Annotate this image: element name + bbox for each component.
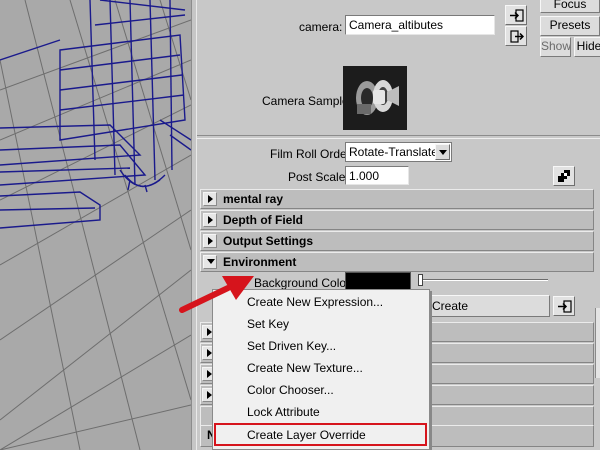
camera-select-button[interactable] <box>505 5 527 25</box>
show-button[interactable]: Show <box>540 37 571 57</box>
arrow-into-box-icon <box>510 9 524 22</box>
film-roll-order-value: Rotate-Translate <box>349 145 438 159</box>
image-plane-map-button[interactable] <box>553 296 575 316</box>
section-label: Depth of Field <box>223 213 303 227</box>
section-depth-of-field[interactable]: Depth of Field <box>200 210 594 230</box>
checker-icon <box>558 170 570 182</box>
hide-button[interactable]: Hide <box>574 37 600 57</box>
film-roll-order-dropdown[interactable]: Rotate-Translate <box>345 142 452 162</box>
image-plane-create-button[interactable]: Create <box>426 295 550 317</box>
arrow-into-box-icon <box>558 300 572 313</box>
triangle-right-icon <box>208 237 213 245</box>
menu-item-create-new-texture[interactable]: Create New Texture... <box>214 357 428 379</box>
camera-name-field[interactable]: Camera_altibutes <box>345 15 495 35</box>
background-color-slider-track[interactable] <box>420 279 548 281</box>
film-roll-order-label: Film Roll Order <box>270 147 351 161</box>
wireframe-scene <box>0 0 191 450</box>
annotation-arrow-icon <box>179 276 254 313</box>
triangle-right-icon <box>208 195 213 203</box>
section-toggle[interactable] <box>203 255 217 269</box>
background-color-slider-handle[interactable] <box>418 274 423 286</box>
background-color-swatch[interactable] <box>345 272 411 290</box>
arrow-right-box-icon <box>510 30 524 43</box>
section-toggle[interactable] <box>203 213 217 227</box>
post-scale-label: Post Scale <box>288 170 346 184</box>
section-toggle[interactable] <box>203 192 217 206</box>
menu-item-color-chooser[interactable]: Color Chooser... <box>214 379 428 401</box>
chevron-down-icon <box>439 150 447 155</box>
post-scale-field[interactable]: 1.000 <box>345 166 409 185</box>
camera-sample-thumbnail <box>343 66 407 130</box>
camera-sample-icon <box>356 80 399 115</box>
triangle-right-icon <box>208 216 213 224</box>
triangle-down-icon <box>207 259 215 264</box>
section-label: Environment <box>223 255 297 269</box>
scrollbar[interactable] <box>595 308 600 378</box>
annotation-highlight-box <box>214 423 427 446</box>
presets-button[interactable]: Presets <box>540 16 600 36</box>
camera-sample-panel: Focus camera: Camera_altibutes Presets S… <box>197 0 600 136</box>
background-color-label: Background Color <box>254 276 351 290</box>
camera-create-button[interactable] <box>505 26 527 46</box>
section-label: mental ray <box>223 192 284 206</box>
menu-item-lock-attribute[interactable]: Lock Attribute <box>214 401 428 423</box>
perspective-viewport[interactable] <box>0 0 191 450</box>
section-label: Output Settings <box>223 234 313 248</box>
section-output-settings[interactable]: Output Settings <box>200 231 594 251</box>
section-mental-ray[interactable]: mental ray <box>200 189 594 209</box>
camera-label: camera: <box>299 20 343 34</box>
section-environment[interactable]: Environment <box>200 252 594 272</box>
menu-item-set-driven-key[interactable]: Set Driven Key... <box>214 335 428 357</box>
camera-sample-label: Camera Sample <box>262 94 349 108</box>
dropdown-arrow-button[interactable] <box>435 144 450 160</box>
section-toggle[interactable] <box>203 234 217 248</box>
post-scale-map-button[interactable] <box>553 166 575 186</box>
focus-button[interactable]: Focus <box>540 0 600 13</box>
